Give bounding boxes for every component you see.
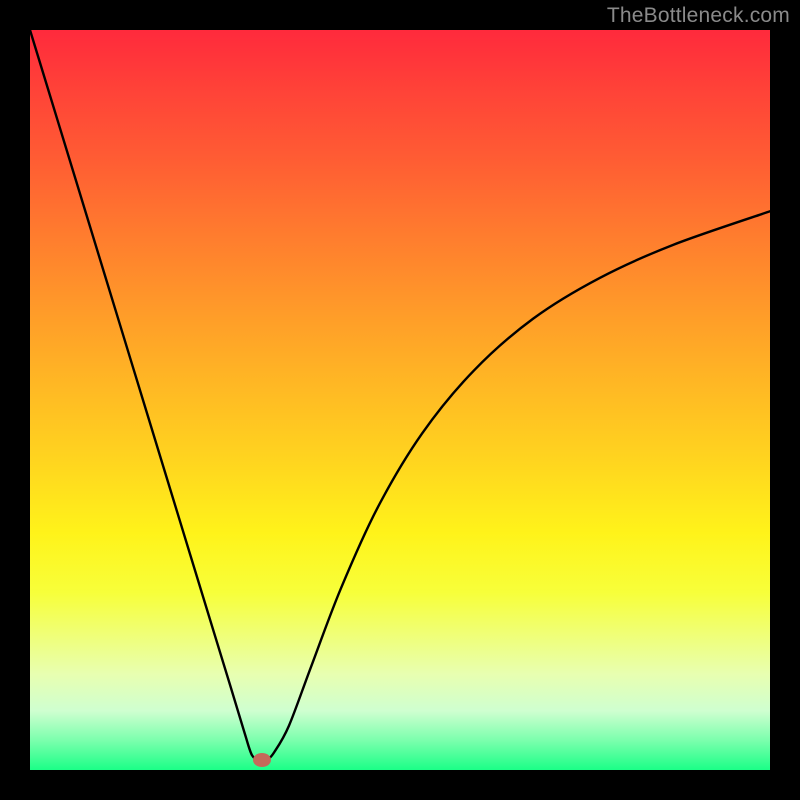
optimum-marker [253, 753, 271, 767]
chart-frame: TheBottleneck.com [0, 0, 800, 800]
bottleneck-curve [30, 30, 770, 770]
plot-area [30, 30, 770, 770]
watermark-text: TheBottleneck.com [607, 4, 790, 28]
curve-path [30, 30, 770, 760]
